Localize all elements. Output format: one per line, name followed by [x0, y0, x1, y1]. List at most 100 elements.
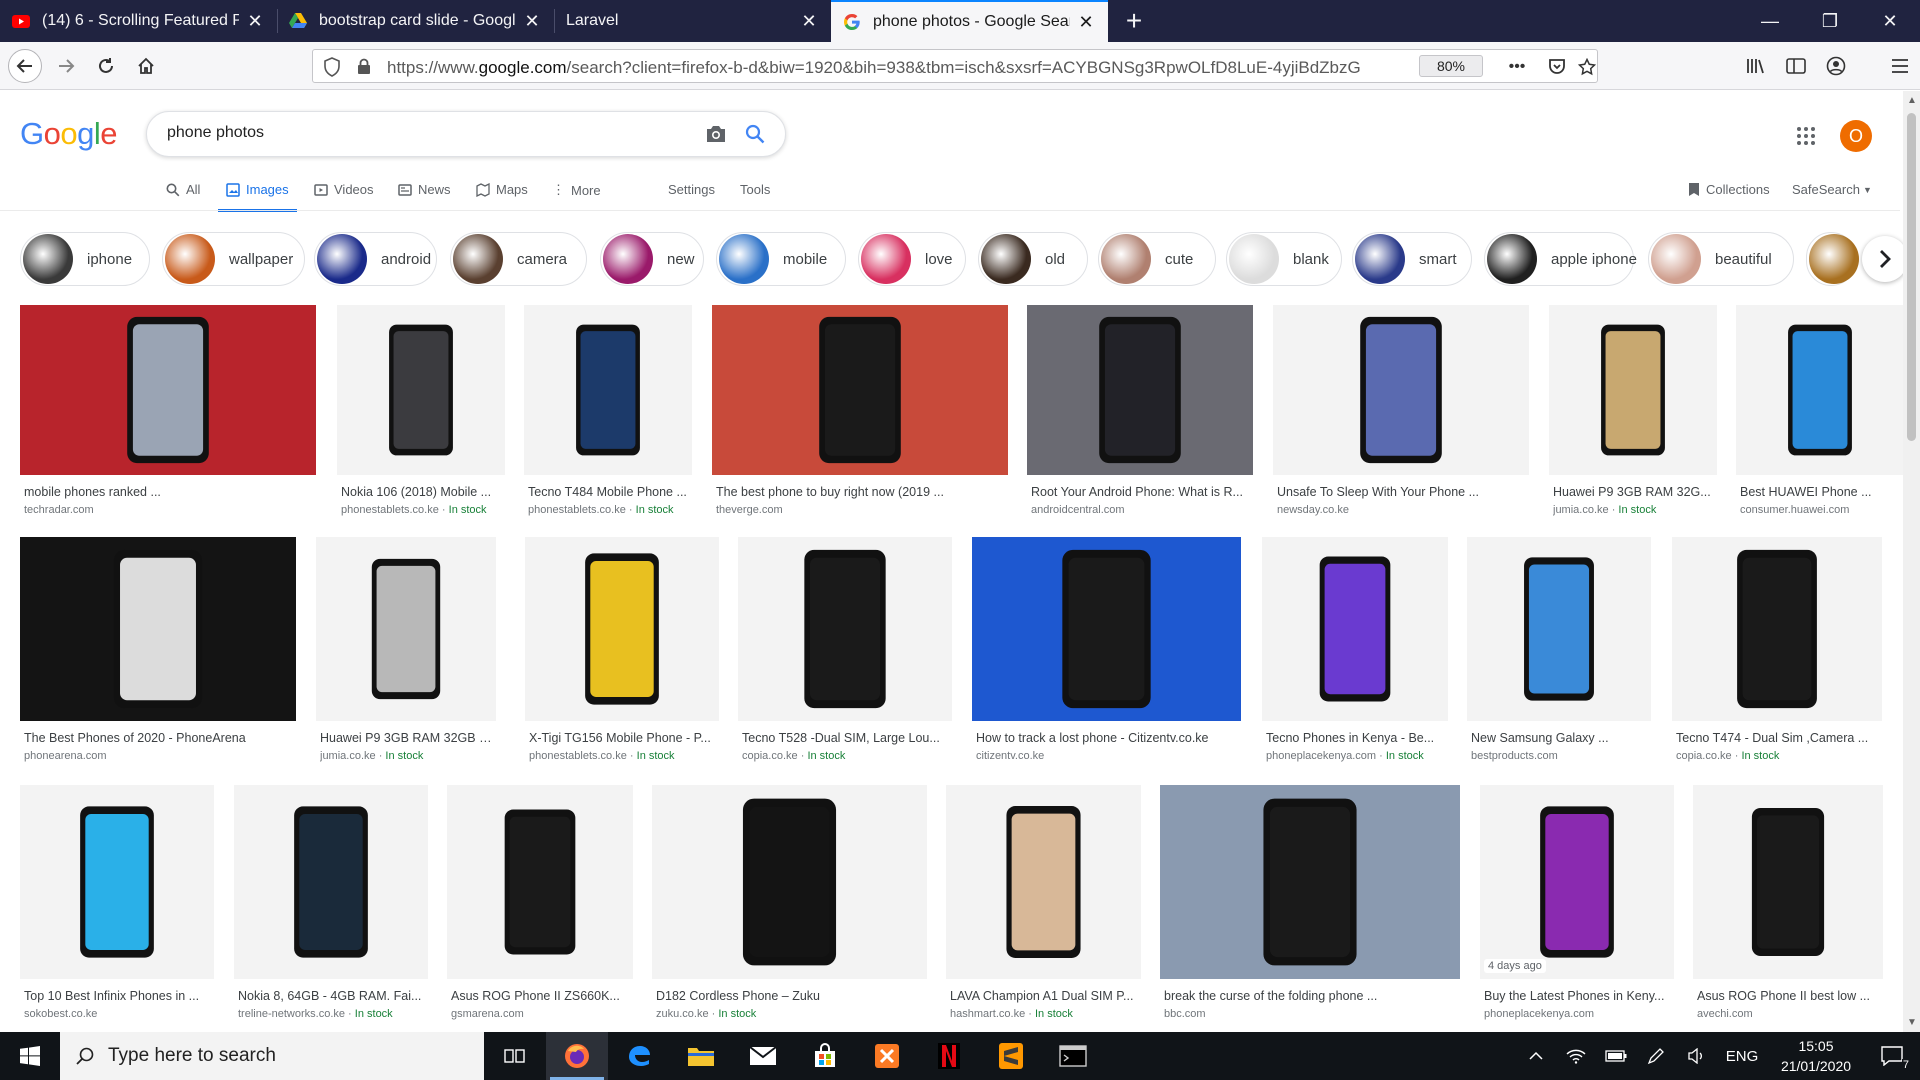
image-result[interactable]: Tecno T528 -Dual SIM, Large Lou... copia.…	[738, 537, 952, 771]
notifications-button[interactable]: 7	[1864, 1032, 1920, 1080]
account-icon[interactable]	[1816, 50, 1856, 82]
language-indicator[interactable]: ENG	[1716, 1032, 1768, 1080]
chip-new[interactable]: new	[600, 232, 704, 286]
result-title[interactable]: Asus ROG Phone II ZS660K...	[451, 989, 629, 1003]
battery-icon[interactable]	[1596, 1032, 1636, 1080]
result-source[interactable]: phonearena.com	[24, 750, 292, 762]
image-result[interactable]: How to track a lost phone - Citizentv.co…	[972, 537, 1241, 771]
home-button[interactable]	[130, 50, 162, 82]
image-result[interactable]: The Best Phones of 2020 - PhoneArena phon…	[20, 537, 296, 771]
google-logo[interactable]: Google	[20, 116, 118, 152]
result-source[interactable]: consumer.huawei.com	[1740, 504, 1900, 516]
clock[interactable]: 15:05 21/01/2020	[1768, 1036, 1864, 1076]
lock-icon[interactable]	[357, 58, 371, 80]
taskbar-firefox[interactable]	[546, 1032, 608, 1080]
chip-mobile[interactable]: mobile	[716, 232, 846, 286]
image-result[interactable]: New Samsung Galaxy ... bestproducts.com	[1467, 537, 1651, 771]
volume-icon[interactable]	[1676, 1032, 1716, 1080]
result-title[interactable]: Tecno T474 - Dual Sim ,Camera ...	[1676, 731, 1878, 745]
result-thumbnail[interactable]	[20, 305, 316, 475]
google-apps-icon[interactable]	[1796, 126, 1816, 151]
result-thumbnail[interactable]	[1262, 537, 1448, 721]
tab-all[interactable]: All	[166, 182, 200, 197]
result-title[interactable]: Tecno T484 Mobile Phone ...	[528, 485, 688, 499]
taskbar-search-box[interactable]: Type here to search	[60, 1032, 484, 1080]
result-source[interactable]: theverge.com	[716, 504, 1004, 516]
result-thumbnail[interactable]	[1027, 305, 1253, 475]
image-result[interactable]: Nokia 106 (2018) Mobile ... phonestablets…	[337, 305, 505, 525]
result-source[interactable]: phonestablets.co.ke · In stock	[529, 750, 715, 762]
tab-more[interactable]: ⋮ More	[552, 182, 601, 198]
result-title[interactable]: Best HUAWEI Phone ...	[1740, 485, 1900, 499]
chip-blank[interactable]: blank	[1226, 232, 1342, 286]
result-thumbnail[interactable]	[20, 785, 214, 979]
result-thumbnail[interactable]	[1160, 785, 1460, 979]
image-result[interactable]: break the curse of the folding phone ...…	[1160, 785, 1460, 1029]
scroll-up-icon[interactable]: ▲	[1907, 95, 1917, 106]
result-source[interactable]: sokobest.co.ke	[24, 1008, 210, 1020]
result-title[interactable]: The Best Phones of 2020 - PhoneArena	[24, 731, 292, 745]
result-source[interactable]: phoneplacekenya.com · In stock	[1266, 750, 1444, 762]
result-thumbnail[interactable]	[234, 785, 428, 979]
chip-android[interactable]: android	[314, 232, 437, 286]
result-thumbnail[interactable]	[524, 305, 692, 475]
tab-images[interactable]: Images	[218, 182, 297, 212]
camera-search-icon[interactable]	[705, 124, 727, 149]
result-source[interactable]: newsday.co.ke	[1277, 504, 1525, 516]
result-title[interactable]: LAVA Champion A1 Dual SIM P...	[950, 989, 1137, 1003]
result-title[interactable]: Huawei P9 3GB RAM 32G...	[1553, 485, 1713, 499]
result-title[interactable]: Buy the Latest Phones in Keny...	[1484, 989, 1670, 1003]
result-title[interactable]: Tecno T528 -Dual SIM, Large Lou...	[742, 731, 948, 745]
pen-icon[interactable]	[1636, 1032, 1676, 1080]
close-tab-icon[interactable]: ✕	[1076, 12, 1096, 33]
result-title[interactable]: mobile phones ranked ...	[24, 485, 312, 499]
url-text[interactable]: https://www.google.com/search?client=fir…	[387, 58, 1397, 78]
close-tab-icon[interactable]: ✕	[799, 11, 819, 32]
result-thumbnail[interactable]	[1273, 305, 1529, 475]
back-button[interactable]	[8, 49, 42, 83]
page-scrollbar[interactable]: ▲ ▼	[1903, 91, 1920, 1032]
browser-tab-laravel[interactable]: Laravel ✕	[554, 0, 831, 42]
taskbar-terminal[interactable]	[1042, 1032, 1104, 1080]
tab-news[interactable]: News	[398, 182, 451, 197]
result-title[interactable]: Huawei P9 3GB RAM 32GB R...	[320, 731, 492, 745]
result-title[interactable]: Nokia 106 (2018) Mobile ...	[341, 485, 501, 499]
result-source[interactable]: treline-networks.co.ke · In stock	[238, 1008, 424, 1020]
result-thumbnail[interactable]	[1736, 305, 1904, 475]
pocket-icon[interactable]	[1545, 55, 1569, 79]
chip-smart[interactable]: smart	[1352, 232, 1472, 286]
tools-link[interactable]: Tools	[740, 182, 770, 197]
image-result[interactable]: Unsafe To Sleep With Your Phone ... newsd…	[1273, 305, 1529, 525]
result-source[interactable]: androidcentral.com	[1031, 504, 1249, 516]
taskbar-file-explorer[interactable]	[670, 1032, 732, 1080]
forward-button[interactable]	[50, 50, 82, 82]
minimize-icon[interactable]: —	[1740, 0, 1800, 42]
result-title[interactable]: break the curse of the folding phone ...	[1164, 989, 1456, 1003]
zoom-indicator[interactable]: 80%	[1419, 55, 1483, 77]
result-thumbnail[interactable]	[447, 785, 633, 979]
result-thumbnail[interactable]	[20, 537, 296, 721]
result-source[interactable]: avechi.com	[1697, 1008, 1879, 1020]
result-thumbnail[interactable]	[652, 785, 927, 979]
address-bar[interactable]: https://www.google.com/search?client=fir…	[312, 49, 1598, 83]
chip-more[interactable]	[1806, 232, 1859, 286]
result-title[interactable]: D182 Cordless Phone – Zuku	[656, 989, 923, 1003]
result-title[interactable]: Asus ROG Phone II best low ...	[1697, 989, 1879, 1003]
result-title[interactable]: How to track a lost phone - Citizentv.co…	[976, 731, 1237, 745]
collections-link[interactable]: Collections	[1688, 182, 1770, 197]
bookmark-star-icon[interactable]	[1575, 55, 1599, 79]
result-thumbnail[interactable]	[316, 537, 496, 721]
result-source[interactable]: copia.co.ke · In stock	[742, 750, 948, 762]
chip-camera[interactable]: camera	[450, 232, 587, 286]
library-icon[interactable]	[1736, 50, 1776, 82]
result-thumbnail[interactable]	[1672, 537, 1882, 721]
image-result[interactable]: X-Tigi TG156 Mobile Phone - P... phonesta…	[525, 537, 719, 771]
result-thumbnail[interactable]	[1480, 785, 1674, 979]
image-result[interactable]: Huawei P9 3GB RAM 32GB R... jumia.co.ke ·…	[316, 537, 496, 771]
hamburger-menu-icon[interactable]	[1880, 50, 1920, 82]
result-source[interactable]: techradar.com	[24, 504, 312, 516]
result-title[interactable]: Root Your Android Phone: What is R...	[1031, 485, 1249, 499]
result-source[interactable]: citizentv.co.ke	[976, 750, 1237, 762]
taskbar-sublime-text[interactable]	[980, 1032, 1042, 1080]
result-thumbnail[interactable]	[946, 785, 1141, 979]
